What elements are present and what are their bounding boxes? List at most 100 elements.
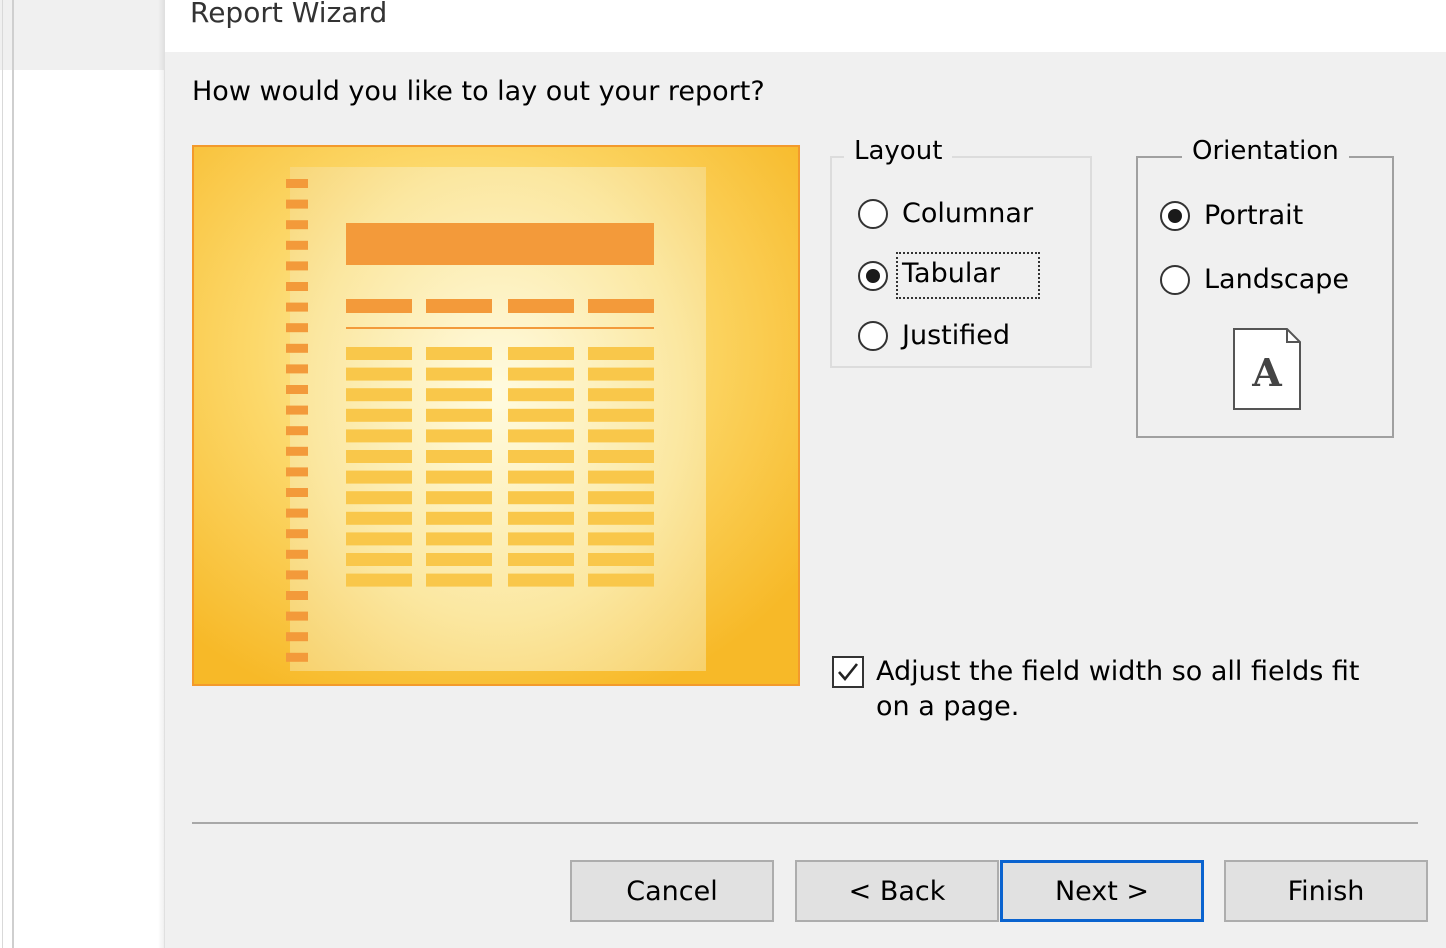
table-cell-bar xyxy=(426,429,492,443)
table-cell-bar xyxy=(588,429,654,443)
table-cell-bar xyxy=(346,511,412,525)
preview-title-bar xyxy=(346,223,654,265)
binding-mark xyxy=(286,632,308,642)
binding-mark xyxy=(286,529,308,539)
preview-header-rule xyxy=(346,327,654,329)
table-cell-bar xyxy=(508,408,574,422)
table-cell-bar xyxy=(346,553,412,566)
table-cell-bar xyxy=(508,450,574,463)
finish-button[interactable]: Finish xyxy=(1224,860,1428,922)
page-icon-letter: A xyxy=(1251,350,1282,395)
radio-label: Landscape xyxy=(1204,264,1350,295)
radio-columnar[interactable]: Columnar xyxy=(858,198,1033,229)
binding-mark xyxy=(286,591,308,600)
back-button[interactable]: < Back xyxy=(795,860,999,922)
table-cell-bar xyxy=(508,470,574,484)
background-divider xyxy=(12,0,14,948)
table-cell-bar xyxy=(588,553,654,566)
table-cell-bar xyxy=(426,470,492,484)
binding-mark xyxy=(286,570,308,580)
table-cell-bar xyxy=(588,491,654,505)
binding-mark xyxy=(286,385,308,394)
wizard-prompt: How would you like to lay out your repor… xyxy=(192,76,765,107)
table-cell-bar xyxy=(588,573,654,587)
table-cell-bar xyxy=(346,470,412,484)
table-cell-bar xyxy=(508,388,574,402)
table-cell-bar xyxy=(426,408,492,422)
column-header-bar xyxy=(588,299,654,313)
table-cell-bar xyxy=(426,367,492,381)
radio-circle-selected[interactable] xyxy=(1160,200,1190,231)
column-header-bar xyxy=(508,299,574,313)
binding-mark xyxy=(286,446,308,456)
radio-label: Tabular xyxy=(896,252,1040,299)
table-cell-bar xyxy=(588,367,654,381)
checkbox-box[interactable] xyxy=(832,656,864,688)
radio-label: Justified xyxy=(902,320,1010,351)
next-button[interactable]: Next > xyxy=(1000,860,1204,922)
radio-landscape[interactable]: Landscape xyxy=(1160,264,1349,295)
radio-tabular[interactable]: Tabular xyxy=(858,252,1040,299)
binding-mark xyxy=(286,261,308,271)
binding-mark xyxy=(286,323,308,333)
binding-mark xyxy=(286,282,308,291)
table-cell-bar xyxy=(508,491,574,505)
radio-circle[interactable] xyxy=(1160,264,1190,295)
table-cell-bar xyxy=(588,347,654,360)
radio-circle[interactable] xyxy=(858,320,888,351)
binding-mark xyxy=(286,426,308,436)
table-cell-bar xyxy=(426,347,492,360)
table-cell-bar xyxy=(508,347,574,360)
table-cell-bar xyxy=(426,553,492,566)
cancel-button[interactable]: Cancel xyxy=(570,860,774,922)
table-cell-bar xyxy=(588,450,654,463)
table-cell-bar xyxy=(346,429,412,443)
table-cell-bar xyxy=(426,491,492,505)
binding-mark xyxy=(286,220,308,230)
table-cell-bar xyxy=(588,511,654,525)
table-cell-bar xyxy=(588,470,654,484)
binding-mark xyxy=(286,179,308,188)
table-cell-bar xyxy=(346,388,412,402)
table-cell-bar xyxy=(346,408,412,422)
orientation-legend: Orientation xyxy=(1182,136,1349,166)
table-cell-bar xyxy=(346,532,412,546)
table-cell-bar xyxy=(426,450,492,463)
window-title: Report Wizard xyxy=(190,0,388,29)
binding-mark xyxy=(286,652,308,662)
background-window xyxy=(0,0,164,948)
column-header-bar xyxy=(426,299,492,313)
binding-mark xyxy=(286,549,308,559)
table-cell-bar xyxy=(508,367,574,381)
binding-mark xyxy=(286,302,308,312)
binding-mark xyxy=(286,467,308,477)
binding-mark xyxy=(286,343,308,353)
binding-mark xyxy=(286,611,308,621)
table-cell-bar xyxy=(346,491,412,505)
table-cell-bar xyxy=(508,573,574,587)
background-divider xyxy=(2,0,3,948)
layout-legend: Layout xyxy=(844,136,953,166)
button-separator xyxy=(192,822,1418,824)
radio-circle[interactable] xyxy=(858,198,888,229)
radio-portrait[interactable]: Portrait xyxy=(1160,200,1303,231)
radio-justified[interactable]: Justified xyxy=(858,320,1010,351)
table-cell-bar xyxy=(346,450,412,463)
table-cell-bar xyxy=(588,388,654,402)
table-cell-bar xyxy=(346,573,412,587)
table-cell-bar xyxy=(588,408,654,422)
adjust-field-width-checkbox[interactable]: Adjust the field width so all fields fit… xyxy=(832,654,1396,724)
table-cell-bar xyxy=(426,532,492,546)
table-cell-bar xyxy=(508,429,574,443)
table-cell-bar xyxy=(346,367,412,381)
binding-mark xyxy=(286,199,308,209)
radio-circle-selected[interactable] xyxy=(858,260,888,291)
radio-label: Columnar xyxy=(902,198,1034,229)
binding-mark xyxy=(286,405,308,415)
background-band xyxy=(0,0,164,70)
checkbox-label: Adjust the field width so all fields fit… xyxy=(876,656,1360,722)
table-cell-bar xyxy=(508,511,574,525)
binding-mark xyxy=(286,508,308,518)
column-header-bar xyxy=(346,299,412,313)
table-cell-bar xyxy=(426,573,492,587)
